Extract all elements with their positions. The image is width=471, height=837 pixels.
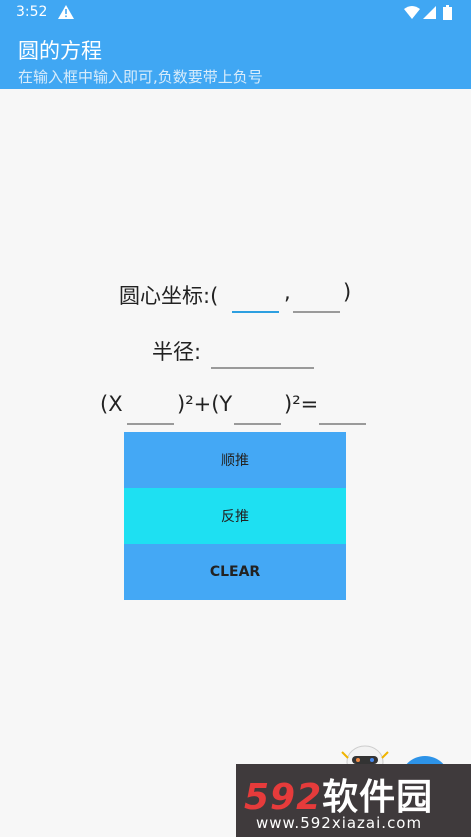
center-y-input[interactable] (293, 311, 340, 313)
equation-r2-input[interactable] (319, 423, 366, 425)
watermark-url: www.592xiazai.com (256, 814, 423, 832)
center-label: 圆心坐标:( (119, 284, 219, 308)
radius-label: 半径: (152, 340, 202, 364)
battery-icon (443, 5, 452, 20)
page-title: 圆的方程 (18, 39, 102, 63)
watermark-logo-text: 软件园 (322, 777, 434, 818)
center-close-paren: ) (343, 280, 352, 304)
app-bar: 圆的方程 在输入框中输入即可,负数要带上负号 (0, 26, 471, 89)
forward-button[interactable]: 顺推 (124, 432, 346, 488)
wifi-icon (404, 6, 420, 19)
equation-mid: )²+(Y (177, 392, 233, 416)
status-time: 3:52 (16, 4, 48, 20)
watermark-logo-number: 592 (244, 777, 323, 818)
status-bar: 3:52 (0, 0, 471, 26)
equation-x-open: (X (100, 392, 123, 416)
reverse-button[interactable]: 反推 (124, 488, 346, 544)
center-x-input[interactable] (232, 311, 279, 313)
warning-icon (58, 5, 74, 19)
radius-input[interactable] (211, 367, 314, 369)
clear-button[interactable]: CLEAR (124, 544, 346, 600)
equation-y-input[interactable] (234, 423, 281, 425)
watermark-logo: 592软件园 (244, 768, 433, 820)
signal-icon (423, 6, 436, 19)
watermark: 592软件园 www.592xiazai.com (236, 764, 471, 837)
equation-x-input[interactable] (127, 423, 174, 425)
equation-end: )²= (284, 392, 319, 416)
page-subtitle: 在输入框中输入即可,负数要带上负号 (18, 68, 263, 86)
center-comma: , (284, 280, 291, 304)
